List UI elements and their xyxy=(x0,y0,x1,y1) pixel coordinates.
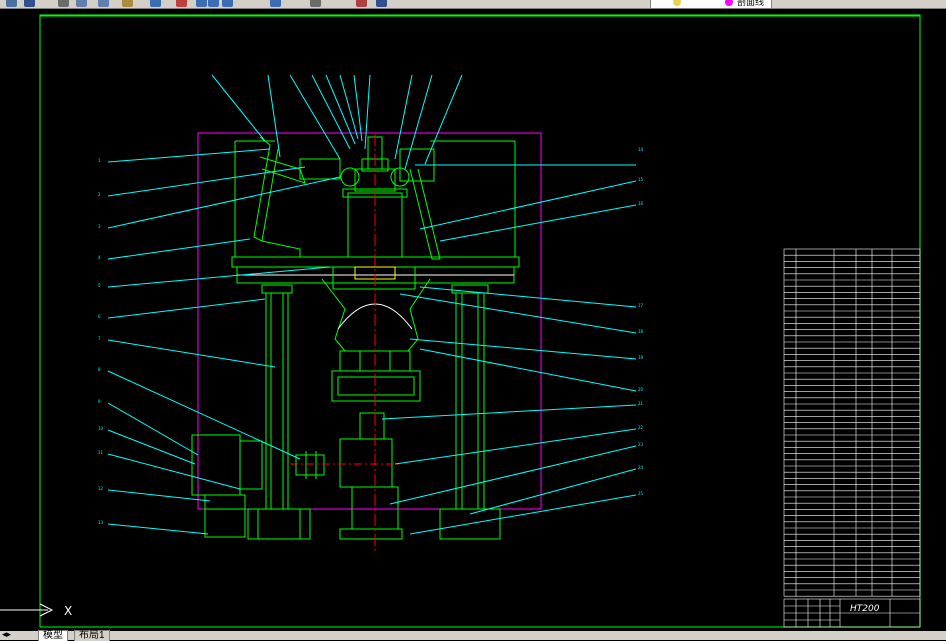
help-icon[interactable] xyxy=(376,0,387,7)
layer-name: 剖面线 xyxy=(737,0,765,7)
print-icon[interactable] xyxy=(58,0,69,7)
zoom-previous-icon[interactable] xyxy=(222,0,233,7)
svg-text:25: 25 xyxy=(638,491,644,496)
zoom-icon[interactable] xyxy=(196,0,207,7)
design-center-icon[interactable] xyxy=(310,0,321,7)
svg-text:21: 21 xyxy=(638,401,644,406)
svg-text:5: 5 xyxy=(98,283,101,288)
agitator-arms xyxy=(253,136,441,260)
nav-arrows[interactable]: ◂▸ xyxy=(2,630,11,640)
layer-color-swatch xyxy=(725,0,733,6)
center-housing xyxy=(299,136,435,290)
dome xyxy=(321,278,431,402)
drive-unit xyxy=(191,412,403,540)
svg-text:18: 18 xyxy=(638,329,644,334)
drawing-frame xyxy=(39,14,921,628)
svg-text:15: 15 xyxy=(638,177,644,182)
undo-icon[interactable] xyxy=(150,0,161,7)
pan-icon[interactable] xyxy=(176,0,187,7)
support-legs xyxy=(247,284,501,540)
svg-text:20: 20 xyxy=(638,387,644,392)
tool-palette-icon[interactable] xyxy=(356,0,367,7)
svg-text:17: 17 xyxy=(638,303,644,308)
standard-toolbar: 剖面线 xyxy=(0,0,946,9)
ucs-x-label: X xyxy=(64,604,72,618)
svg-text:12: 12 xyxy=(98,486,104,491)
ucs-icon: X xyxy=(0,603,72,618)
svg-text:23: 23 xyxy=(638,442,644,447)
svg-text:6: 6 xyxy=(98,314,101,319)
svg-text:24: 24 xyxy=(638,465,644,470)
svg-text:11: 11 xyxy=(98,450,104,455)
parts-list-table xyxy=(783,248,921,597)
tab-model[interactable]: 模型 xyxy=(38,630,68,641)
material-label: HT200 xyxy=(850,604,880,614)
svg-text:4: 4 xyxy=(98,255,101,260)
svg-text:8: 8 xyxy=(98,367,101,372)
cut-icon[interactable] xyxy=(76,0,87,7)
callout-labels: 123 456 789 101112 13 141516 171819 2021… xyxy=(98,147,644,525)
properties-icon[interactable] xyxy=(270,0,281,7)
drawing-canvas[interactable]: 123 456 789 10 11 12 13 14 15 16 17 18 19 20 21… xyxy=(0,9,946,631)
svg-text:14: 14 xyxy=(638,147,644,152)
svg-text:2: 2 xyxy=(98,192,101,197)
new-icon[interactable] xyxy=(6,0,17,7)
cad-drawing[interactable]: 123 456 789 101112 13 141516 171819 2021… xyxy=(0,9,946,631)
svg-text:10: 10 xyxy=(98,426,104,431)
svg-text:13: 13 xyxy=(98,520,104,525)
svg-text:16: 16 xyxy=(638,201,644,206)
svg-text:3: 3 xyxy=(98,224,101,229)
paste-icon[interactable] xyxy=(122,0,133,7)
svg-text:7: 7 xyxy=(98,336,101,341)
svg-text:19: 19 xyxy=(638,355,644,360)
svg-text:1: 1 xyxy=(98,158,101,163)
svg-text:9: 9 xyxy=(98,399,101,404)
save-icon[interactable] xyxy=(24,0,35,7)
copy-icon[interactable] xyxy=(98,0,109,7)
layer-on-icon[interactable] xyxy=(673,0,681,6)
zoom-window-icon[interactable] xyxy=(208,0,219,7)
svg-text:22: 22 xyxy=(638,425,644,430)
tab-layout1[interactable]: 布局1 xyxy=(74,630,110,641)
layout-tabs: ◂▸ 模型 布局1 xyxy=(0,630,946,641)
layer-dropdown[interactable]: 剖面线 xyxy=(650,0,772,8)
